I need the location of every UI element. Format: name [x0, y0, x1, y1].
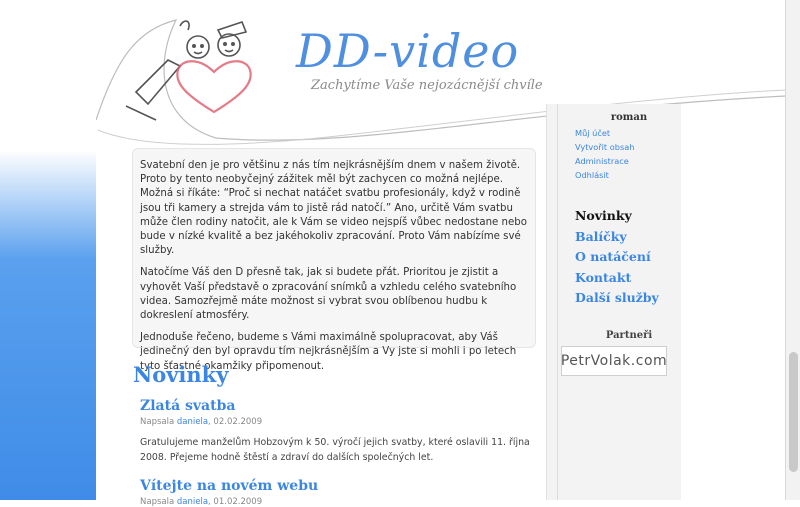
nav-item-novinky[interactable]: Novinky [575, 206, 659, 227]
user-link-my-account[interactable]: Můj účet [575, 126, 634, 140]
post-body: Gratulujeme manželům Hobzovým k 50. výro… [140, 437, 530, 463]
site-title[interactable]: DD-video [296, 24, 519, 78]
post-meta-prefix: Napsala [140, 417, 175, 427]
user-link-administration[interactable]: Administrace [575, 154, 634, 168]
intro-paragraph: Svateb­ní den je pro většinu z nás tím n… [140, 160, 527, 257]
site-tagline: Zachytíme Vaše nejozácnější chvíle [311, 78, 543, 93]
scrollbar-thumb[interactable] [789, 352, 798, 472]
main-nav: Novinky Balíčky O natáčení Kontakt Další… [575, 206, 659, 309]
post-date: , 01.02.2009 [208, 497, 263, 507]
post-meta-prefix: Napsala [140, 497, 175, 507]
news-section-title: Novinky [133, 362, 229, 387]
intro-box: Svateb­ní den je pro většinu z nás tím n… [132, 148, 536, 372]
post-meta: Napsala daniela, 02.02.2009 [140, 417, 540, 427]
nav-item-kontakt[interactable]: Kontakt [575, 268, 659, 289]
post-author-link[interactable]: daniela [177, 417, 208, 427]
user-link-create-content[interactable]: Vytvořit obsah [575, 140, 634, 154]
post-date: , 02.02.2009 [208, 417, 263, 427]
nav-item-dalsi-sluzby[interactable]: Další služby [575, 288, 659, 309]
user-menu: Můj účet Vytvořit obsah Administrace Odh… [575, 126, 634, 182]
partners-title: Partneři [605, 330, 653, 341]
news-post: Zlatá svatba Napsala daniela, 02.02.2009… [140, 398, 540, 465]
post-author-link[interactable]: daniela [177, 497, 208, 507]
post-meta: Napsala daniela, 01.02.2009 [140, 497, 540, 507]
news-post: Vítejte na novém webu Napsala daniela, 0… [140, 478, 540, 507]
partner-logo-link[interactable]: PetrVolak.com [561, 346, 667, 376]
site-header: DD-video Zachytíme Vaše nejozácnější chv… [96, 0, 786, 148]
page-scrollbar[interactable] [785, 0, 800, 500]
nav-item-o-nataceni[interactable]: O natáčení [575, 247, 659, 268]
heart-icon [176, 60, 252, 114]
sidebar-divider [557, 104, 558, 500]
intro-paragraph: Natočíme Váš den D přesně tak, jak si bu… [140, 267, 517, 322]
nav-item-balicky[interactable]: Balíčky [575, 227, 659, 248]
user-link-logout[interactable]: Odhlásit [575, 168, 634, 182]
user-name: roman [610, 112, 648, 123]
post-title-link[interactable]: Zlatá svatba [140, 398, 540, 414]
sidebar: roman Můj účet Vytvořit obsah Administra… [546, 104, 681, 500]
post-title-link[interactable]: Vítejte na novém webu [140, 478, 540, 494]
